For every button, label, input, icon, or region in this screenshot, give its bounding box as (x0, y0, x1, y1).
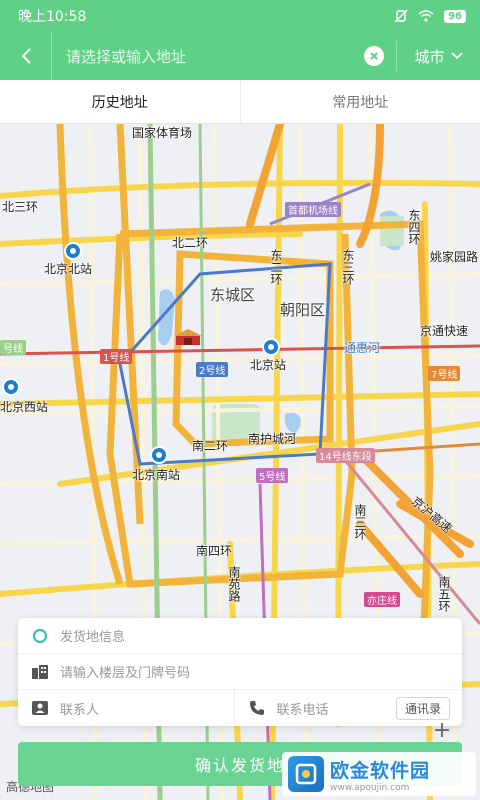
contact-card-icon (30, 698, 50, 718)
back-button[interactable] (0, 32, 52, 80)
metro-line-5: 5号线 (256, 468, 289, 483)
watermark-main: 欧金软件园 (330, 759, 431, 782)
zoom-in-button[interactable]: + (430, 718, 454, 743)
building-icon (30, 662, 50, 682)
watermark-sub: www.apoujin.com (330, 782, 410, 793)
road-north-3rd-ring: 北三环 (2, 200, 39, 214)
watermark-logo-icon (288, 756, 324, 792)
road-south-moat: 南护城河 (248, 432, 297, 446)
floor-row[interactable]: 请输入楼层及门牌号码 (18, 654, 462, 690)
city-selector[interactable]: 城市 (396, 41, 480, 71)
road-east-4th-ring: 东四环 (407, 209, 421, 245)
address-book-button[interactable]: 通讯录 (395, 696, 450, 720)
site-watermark: 欧金软件园 www.apoujin.com (282, 752, 476, 796)
phone-icon (247, 698, 267, 718)
road-north-2nd-ring: 北二环 (172, 236, 209, 250)
wifi-icon (418, 10, 434, 22)
contact-phone-field[interactable]: 联系电话 通讯录 (233, 690, 450, 726)
station-beijing: 北京站 (250, 358, 287, 372)
chevron-down-icon (450, 52, 463, 60)
search-header: 请选择或输入地址 城市 (0, 32, 480, 80)
road-nanyuan: 南苑路 (227, 566, 241, 602)
road-national-stadium: 国家体育场 (132, 126, 193, 140)
contact-phone-input[interactable]: 联系电话 (277, 699, 329, 718)
station-beijing-north-icon (64, 242, 82, 260)
watermark-text: 欧金软件园 www.apoujin.com (330, 756, 430, 793)
district-chaoyang: 朝阳区 (280, 301, 326, 319)
status-icons: 96 (394, 9, 466, 23)
road-jingtong-expressway: 京通快速 (420, 324, 469, 338)
station-beijing-west-icon (2, 378, 20, 396)
top-bar: 晚上10:58 96 请选择或输入地址 城市 (0, 0, 480, 80)
road-south-2nd-ring: 南二环 (192, 439, 229, 453)
station-beijing-north: 北京北站 (44, 262, 93, 276)
contact-name-input[interactable]: 联系人 (60, 699, 99, 718)
battery-icon: 96 (444, 9, 466, 23)
road-south-4th-ring: 南四环 (196, 544, 233, 558)
origin-input[interactable]: 发货地信息 (60, 626, 125, 645)
address-tabs: 历史地址 常用地址 (0, 80, 480, 124)
tiananmen-icon (174, 329, 202, 345)
district-dongcheng: 东城区 (210, 286, 256, 304)
city-label: 城市 (414, 47, 445, 66)
tab-frequent[interactable]: 常用地址 (239, 80, 480, 123)
contact-name-field[interactable]: 联系人 (30, 690, 234, 726)
metro-line-14-east: 14号线东段 (316, 448, 375, 463)
metro-line-partial: 号线 (0, 340, 26, 355)
tab-history[interactable]: 历史地址 (0, 80, 240, 123)
location-ring-icon (30, 626, 50, 646)
status-time: 晚上10:58 (18, 9, 87, 25)
metro-airport-express: 首都机场线 (285, 202, 341, 217)
shipping-form-card: 发货地信息 请输入楼层及门牌号码 联系人 联系电话 通讯录 (18, 618, 462, 726)
floor-input[interactable]: 请输入楼层及门牌号码 (60, 662, 190, 681)
address-search-input[interactable]: 请选择或输入地址 (52, 46, 364, 67)
silent-icon (394, 9, 408, 23)
station-beijing-south: 北京南站 (132, 468, 181, 482)
metro-line-7: 7号线 (428, 366, 461, 381)
status-bar: 晚上10:58 96 (0, 0, 480, 32)
road-south-3rd-ring: 南三环 (353, 504, 367, 540)
station-beijing-south-icon (150, 446, 168, 464)
chevron-left-icon (21, 48, 31, 64)
road-yaojiayuan: 姚家园路 (430, 250, 479, 264)
metro-line-1: 1号线 (100, 349, 133, 364)
metro-yizhuang-line: 亦庄线 (364, 592, 400, 607)
road-tonghui-river: 通惠河 (344, 341, 381, 355)
origin-row[interactable]: 发货地信息 (18, 618, 462, 654)
close-icon (370, 52, 378, 60)
road-east-2nd-ring: 东二环 (269, 249, 283, 285)
clear-button[interactable] (364, 46, 384, 66)
road-east-3rd-ring: 东三环 (341, 249, 355, 285)
metro-line-2: 2号线 (196, 362, 229, 377)
station-beijing-icon (262, 338, 280, 356)
station-beijing-west: 北京西站 (0, 400, 49, 414)
road-south-5th-ring: 南五环 (437, 576, 451, 612)
contact-row: 联系人 联系电话 通讯录 (18, 690, 462, 726)
